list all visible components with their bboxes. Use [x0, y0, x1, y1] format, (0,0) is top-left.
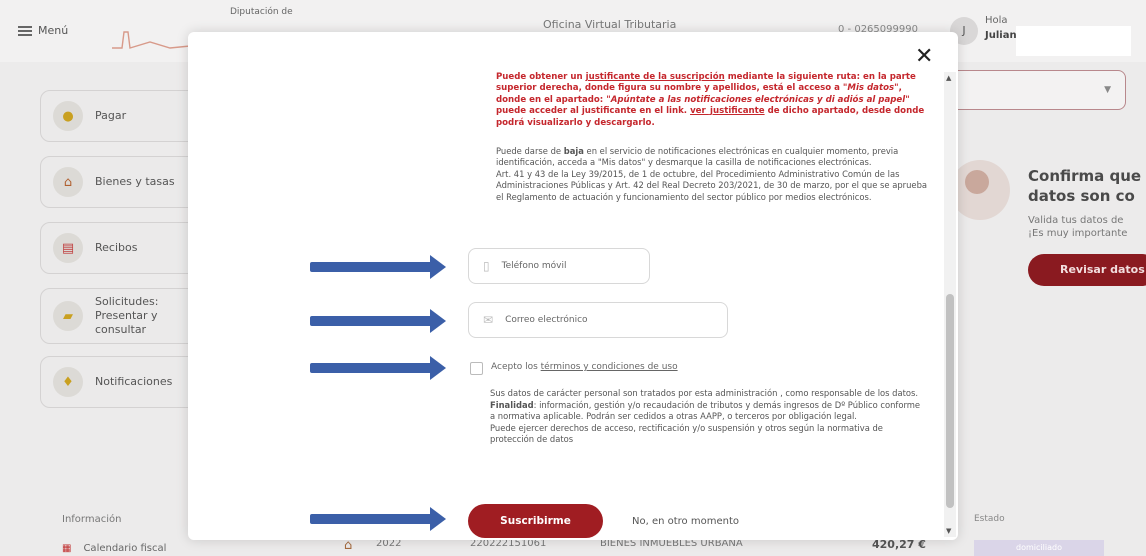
mail-icon: ✉: [483, 313, 494, 327]
sidebar-item-label: Pagar: [95, 109, 127, 122]
sidebar-item-label: Solicitudes:: [95, 295, 159, 308]
sidebar-item-pagar[interactable]: ● Pagar: [40, 90, 200, 142]
coin-icon: ●: [53, 101, 83, 131]
banner-title: Confirma que datos son co: [1028, 166, 1141, 206]
privacy-bold: Finalidad: [490, 399, 534, 410]
greeting: Hola: [985, 15, 1008, 26]
legal-reference: Art. 41 y 43 de la Ley 39/2015, de 1 de …: [496, 168, 928, 202]
privacy-text: : información, gestión y/o recaudación d…: [490, 399, 921, 422]
later-button[interactable]: No, en otro momento: [632, 516, 739, 527]
phone-field[interactable]: ▯ Teléfono móvil: [468, 248, 650, 284]
redacted-box: [1016, 26, 1131, 56]
hamburger-icon: [18, 25, 32, 36]
folder-icon: ▰: [53, 301, 83, 331]
arrow-icon: [310, 356, 446, 380]
scroll-up-icon[interactable]: ▲: [946, 74, 951, 82]
estado-header: Estado: [974, 514, 1005, 524]
sidebar-item-recibos[interactable]: ▤ Recibos: [40, 222, 200, 274]
sidebar-item-label: Notificaciones: [95, 375, 173, 388]
email-placeholder: Correo electrónico: [505, 315, 588, 325]
sidebar-item-bienes[interactable]: ⌂ Bienes y tasas: [40, 156, 200, 208]
sidebar-item-label-wrap: Solicitudes: Presentar y consultar: [95, 295, 199, 337]
note-italic: Apúntate a las notificaciones electrónic…: [610, 94, 906, 105]
house-icon: ⌂: [344, 538, 353, 553]
privacy-rights: Puede ejercer derechos de acceso, rectif…: [490, 422, 883, 445]
phone-icon: ▯: [483, 259, 490, 273]
arrow-icon: [310, 309, 446, 333]
privacy-text: Sus datos de carácter personal son trata…: [490, 388, 919, 398]
sidebar-item-notificaciones[interactable]: ♦ Notificaciones: [40, 356, 200, 408]
menu-label: Menú: [38, 24, 69, 37]
privacy-paragraph: Sus datos de carácter personal son trata…: [490, 388, 922, 446]
sidebar-item-label: Recibos: [95, 241, 138, 254]
user-name[interactable]: Julian: [985, 30, 1017, 41]
phone-placeholder: Teléfono móvil: [501, 261, 567, 271]
org-label: Diputación de: [230, 7, 293, 17]
email-field[interactable]: ✉ Correo electrónico: [468, 302, 728, 338]
sidebar-item-label-2: Presentar y consultar: [95, 309, 158, 336]
close-icon[interactable]: ✕: [915, 46, 933, 68]
calendar-label: Calendario fiscal: [83, 543, 167, 554]
terms-prefix: Acepto los: [491, 362, 541, 372]
app-title: Oficina Virtual Tributaria: [543, 18, 677, 31]
scroll-down-icon[interactable]: ▼: [946, 527, 951, 535]
illustration-person: [965, 170, 989, 194]
terms-label: Acepto los términos y condiciones de uso: [491, 362, 678, 372]
chevron-down-icon: ▼: [1104, 85, 1111, 95]
receipt-icon: ▤: [53, 233, 83, 263]
justificante-link[interactable]: justificante de la suscripción: [586, 72, 725, 82]
arrow-icon: [310, 255, 446, 279]
terms-link[interactable]: términos y condiciones de uso: [541, 362, 678, 372]
banner-sub-line1: Valida tus datos de: [1028, 215, 1124, 226]
menu-button[interactable]: Menú: [18, 24, 68, 37]
calendar-link[interactable]: ▦ Calendario fiscal: [62, 543, 166, 554]
note-italic: Mis datos: [847, 83, 895, 94]
info-heading: Información: [62, 514, 122, 525]
sidebar-item-solicitudes[interactable]: ▰ Solicitudes: Presentar y consultar: [40, 288, 200, 344]
scrollbar-thumb[interactable]: [946, 294, 954, 508]
house-icon: ⌂: [53, 167, 83, 197]
subscribe-button[interactable]: Suscribirme: [468, 504, 603, 538]
bell-icon: ♦: [53, 367, 83, 397]
justificante-note: Puede obtener un justificante de la susc…: [496, 72, 928, 129]
banner-title-line1: Confirma que: [1028, 167, 1142, 185]
arrow-icon: [310, 507, 446, 531]
calendar-icon: ▦: [62, 543, 72, 554]
sidebar-item-label: Bienes y tasas: [95, 175, 175, 188]
status-badge: domiciliado: [974, 540, 1104, 556]
baja-paragraph: Puede darse de baja en el servicio de no…: [496, 146, 936, 203]
baja-text: Puede darse de: [496, 146, 564, 156]
banner-sub-line2: ¡Es muy importante: [1028, 228, 1128, 239]
banner-title-line2: datos son co: [1028, 187, 1135, 205]
terms-checkbox[interactable]: [470, 362, 483, 375]
note-text: Puede obtener un: [496, 72, 586, 82]
review-data-button[interactable]: Revisar datos: [1028, 254, 1146, 286]
banner-subtitle: Valida tus datos de ¡Es muy importante: [1028, 214, 1127, 240]
select-box[interactable]: ▼: [940, 70, 1126, 110]
ver-justificante-link[interactable]: ver_justificante: [690, 106, 765, 116]
subscription-modal: ✕ ▲ ▼ Puede obtener un justificante de l…: [188, 32, 958, 540]
baja-bold: baja: [563, 146, 584, 156]
